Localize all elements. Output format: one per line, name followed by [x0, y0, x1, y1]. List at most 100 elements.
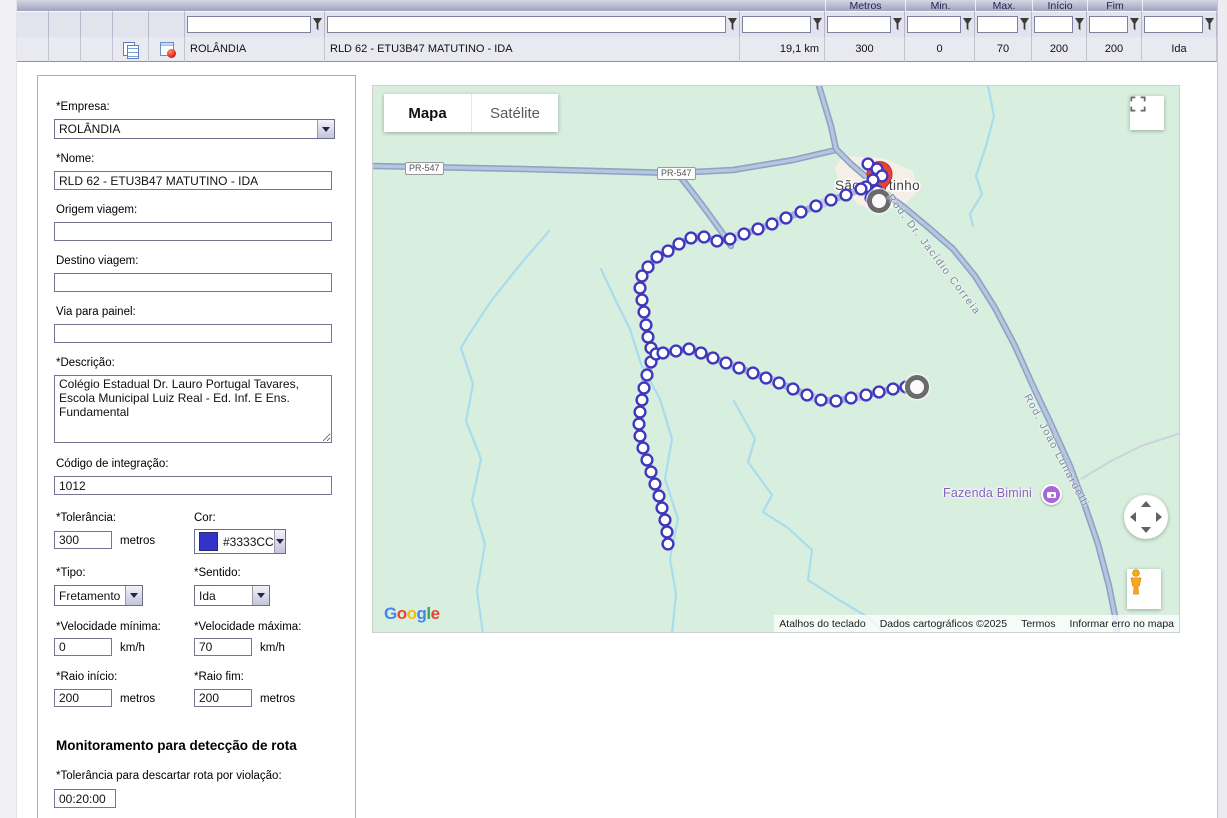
row-cell-min[interactable]: 0	[905, 37, 975, 62]
scrollbar-track[interactable]	[1217, 0, 1227, 818]
tolerancia-descartar-label: *Tolerância para descartar rota por viol…	[56, 770, 282, 782]
cor-select[interactable]: #3333CC	[194, 529, 286, 554]
chevron-down-icon	[276, 539, 284, 548]
row-cell-empty-2	[49, 37, 81, 62]
sentido-dropdown-button[interactable]	[252, 586, 269, 605]
row-cell-empresa[interactable]: ROLÂNDIA	[185, 37, 325, 62]
keyboard-shortcuts-link[interactable]: Atalhos do teclado	[779, 618, 865, 630]
row-cell-sentido[interactable]: Ida	[1142, 37, 1217, 62]
grid-header-metros: Metros	[825, 0, 905, 11]
via-painel-field[interactable]	[54, 324, 332, 343]
filter-funnel-icon[interactable]	[893, 18, 902, 31]
sentido-label: *Sentido:	[194, 567, 241, 579]
vel-min-field[interactable]	[54, 638, 112, 656]
filter-input-distancia[interactable]	[742, 16, 811, 33]
filter-funnel-icon[interactable]	[813, 18, 822, 31]
raio-fim-field[interactable]	[194, 689, 252, 707]
row-cell-nome[interactable]: RLD 62 - ETU3B47 MATUTINO - IDA	[325, 37, 740, 62]
cor-select-value: #3333CC	[223, 535, 274, 549]
map-type-control: Mapa Satélite	[384, 94, 558, 132]
empresa-dropdown-button[interactable]	[317, 120, 334, 138]
filter-cell-empty-3	[81, 11, 113, 37]
codigo-label: Código de integração:	[56, 458, 169, 470]
google-logo[interactable]: Google	[384, 604, 440, 624]
filter-input-fim[interactable]	[1089, 16, 1128, 33]
nome-label: *Nome:	[56, 153, 94, 165]
tipo-dropdown-button[interactable]	[125, 586, 142, 605]
tolerancia-label: *Tolerância:	[56, 512, 116, 524]
sentido-select[interactable]: Ida	[194, 585, 270, 606]
filter-input-metros[interactable]	[827, 16, 891, 33]
descricao-label: *Descrição:	[56, 357, 115, 369]
codigo-field[interactable]	[54, 476, 332, 495]
empresa-select[interactable]: ROLÂNDIA	[54, 119, 335, 139]
filter-funnel-icon[interactable]	[963, 18, 972, 31]
route-form-panel: *Empresa: ROLÂNDIA *Nome: Origem viagem:…	[37, 75, 356, 818]
vel-max-field[interactable]	[194, 638, 252, 656]
cor-dropdown-button[interactable]	[274, 530, 285, 553]
filter-funnel-icon[interactable]	[1205, 18, 1214, 31]
origem-field[interactable]	[54, 222, 332, 241]
destino-field[interactable]	[54, 273, 332, 292]
filter-funnel-icon[interactable]	[1020, 18, 1029, 31]
pegman-button[interactable]	[1127, 569, 1161, 609]
filter-cell-max	[975, 11, 1032, 37]
delete-route-icon[interactable]	[160, 42, 174, 56]
vel-min-label: *Velocidade mínima:	[56, 621, 161, 633]
tab-mapa[interactable]: Mapa	[384, 94, 471, 132]
filter-input-max[interactable]	[977, 16, 1018, 33]
map-data-copyright: Dados cartográficos ©2025	[880, 618, 1007, 630]
filter-cell-inicio	[1032, 11, 1087, 37]
fullscreen-button[interactable]	[1130, 96, 1164, 130]
vel-max-label: *Velocidade máxima:	[194, 621, 301, 633]
grid-header-inicio: Início	[1032, 0, 1087, 11]
nome-field[interactable]	[54, 171, 332, 190]
routes-grid: Metros Min. Max. Início Fim	[17, 0, 1217, 62]
filter-funnel-icon[interactable]	[1075, 18, 1084, 31]
filter-input-inicio[interactable]	[1034, 16, 1073, 33]
row-cell-inicio[interactable]: 200	[1032, 37, 1087, 62]
tolerancia-descartar-field[interactable]	[54, 789, 116, 808]
cor-label: Cor:	[194, 512, 216, 524]
poi-camera-icon[interactable]	[1041, 484, 1062, 505]
via-painel-label: Via para painel:	[56, 306, 136, 318]
poi-label-fazenda-bimini[interactable]: Fazenda Bimini	[943, 486, 1032, 500]
filter-funnel-icon[interactable]	[728, 18, 737, 31]
pegman-icon	[1127, 569, 1145, 595]
road-shield-pr547: PR-547	[657, 167, 696, 180]
row-cell-fim[interactable]: 200	[1087, 37, 1142, 62]
row-cell-distancia[interactable]: 19,1 km	[740, 37, 825, 62]
map-canvas[interactable]: São Martinho PR-547 PR-547 Rod. Dr. Jací…	[372, 85, 1180, 633]
copy-route-icon[interactable]	[123, 42, 138, 57]
destino-label: Destino viagem:	[56, 255, 138, 267]
filter-funnel-icon[interactable]	[313, 18, 322, 31]
filter-input-nome[interactable]	[327, 16, 726, 33]
filter-input-sentido[interactable]	[1144, 16, 1203, 33]
filter-funnel-icon[interactable]	[1130, 18, 1139, 31]
raio-inicio-label: *Raio início:	[56, 671, 117, 683]
terms-link[interactable]: Termos	[1021, 618, 1055, 630]
filter-input-empresa[interactable]	[187, 16, 311, 33]
pan-control[interactable]	[1124, 495, 1168, 539]
row-cell-metros[interactable]: 300	[825, 37, 905, 62]
grid-header-min: Min.	[905, 0, 975, 11]
raio-inicio-field[interactable]	[54, 689, 112, 707]
tipo-select[interactable]: Fretamento	[54, 585, 143, 606]
descricao-field[interactable]: Colégio Estadual Dr. Lauro Portugal Tava…	[54, 375, 332, 443]
row-cell-max[interactable]: 70	[975, 37, 1032, 62]
color-swatch	[199, 532, 218, 551]
tolerancia-field[interactable]	[54, 531, 112, 549]
report-error-link[interactable]: Informar erro no mapa	[1070, 618, 1174, 630]
tipo-select-value: Fretamento	[59, 589, 120, 603]
raio-fim-label: *Raio fim:	[194, 671, 244, 683]
empresa-select-value: ROLÂNDIA	[59, 122, 120, 136]
chevron-down-icon	[130, 593, 138, 602]
empresa-label: *Empresa:	[56, 101, 110, 113]
filter-cell-metros	[825, 11, 905, 37]
fullscreen-icon	[1130, 96, 1146, 112]
tolerancia-unit: metros	[120, 535, 155, 547]
tab-satelite[interactable]: Satélite	[471, 94, 558, 132]
row-cell-copy	[113, 37, 149, 62]
filter-input-min[interactable]	[907, 16, 961, 33]
origem-label: Origem viagem:	[56, 204, 137, 216]
